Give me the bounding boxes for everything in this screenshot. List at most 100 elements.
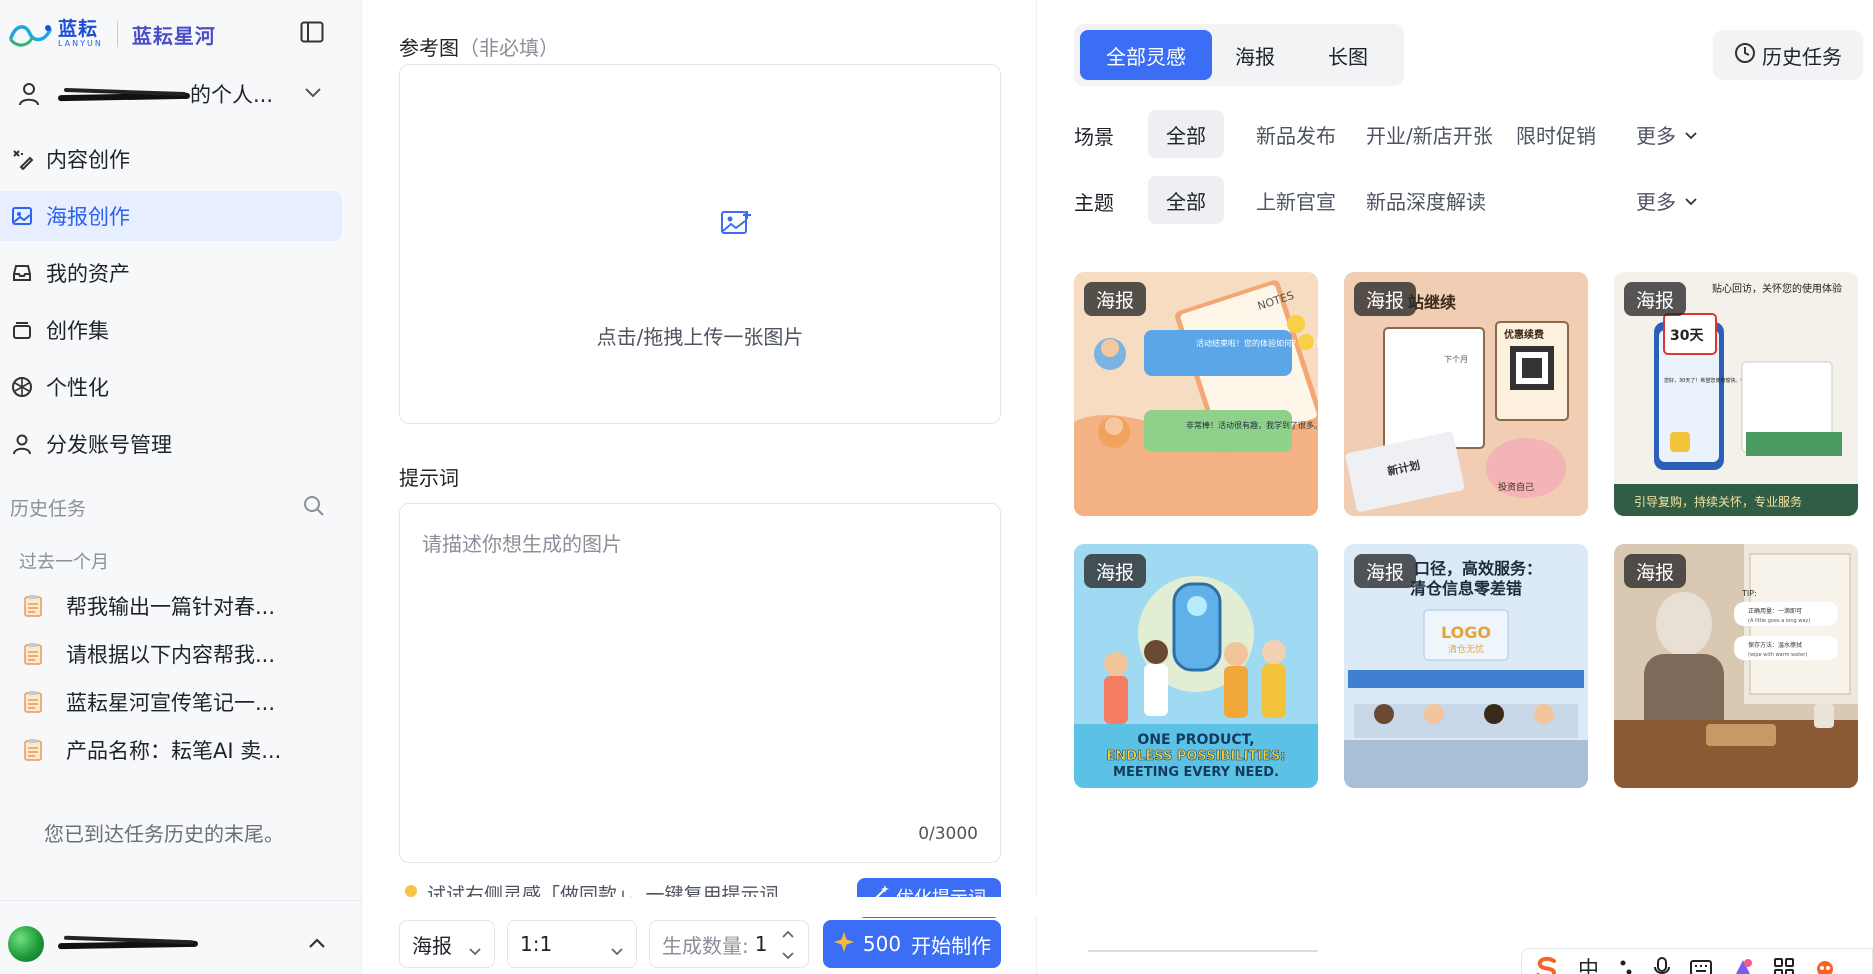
- card-text: 引导复购，持续关怀，专业服务: [1634, 494, 1802, 509]
- inspiration-card[interactable]: 海报 贴心回访，关怀您的使用体验 30天 您好，30天了！希望您使用愉快。有任何…: [1614, 272, 1858, 516]
- inspiration-card[interactable]: 海报 NOTES 活动结束啦！您的体验如何？（反馈问卷） 非常棒！活动很有趣，我…: [1074, 272, 1318, 516]
- sidebar-item-collections[interactable]: 创作集: [0, 305, 342, 355]
- document-icon: [24, 739, 42, 761]
- inspiration-card[interactable]: 海报 站继续 下个月 优惠续费 新计划 投资自己: [1344, 272, 1588, 516]
- sidebar-divider: [0, 900, 362, 901]
- microphone-icon[interactable]: [1653, 953, 1671, 974]
- history-item[interactable]: 蓝耘星河宣传笔记一...: [22, 678, 342, 726]
- sidebar-nav: 内容创作 海报创作 我的资产 创作集 个性化 分发账号管理: [0, 134, 362, 476]
- scene-filter: 场景 全部 新品发布 开业/新店开张 限时促销 更多: [1074, 110, 1864, 158]
- redacted-scribble: [58, 935, 198, 953]
- count-value: 1: [754, 932, 768, 956]
- card-text: ENDLESS POSSIBILITIES:: [1107, 749, 1286, 764]
- reference-upload-area[interactable]: 点击/拖拽上传一张图片: [399, 64, 1001, 424]
- document-icon: [24, 691, 42, 713]
- logo-divider: [116, 21, 118, 47]
- card-text: 非常棒！活动很有趣，我学到了很多。: [1186, 420, 1318, 430]
- card-text: (A little goes a long way): [1748, 618, 1810, 624]
- chevron-down-icon: [1684, 122, 1698, 146]
- history-tasks-button[interactable]: 历史任务: [1713, 30, 1863, 80]
- sidebar-item-content-creation[interactable]: 内容创作: [0, 134, 342, 184]
- card-text: 正确用量：一滴即可: [1748, 607, 1802, 615]
- user-icon: [10, 432, 34, 456]
- account-suffix: 的个人...: [190, 83, 274, 107]
- chevron-up-icon[interactable]: [781, 929, 795, 939]
- inspiration-panel: 全部灵感 海报 长图 历史任务 场景 全部 新品发布 开业/新店开张 限时促销 …: [1038, 0, 1873, 974]
- history-header: 历史任务: [10, 490, 330, 524]
- history-end-message: 您已到达任务历史的末尾。: [44, 822, 284, 846]
- theme-chip-all[interactable]: 全部: [1148, 176, 1224, 224]
- scene-chip-opening[interactable]: 开业/新店开张: [1348, 110, 1511, 158]
- sidebar-item-account-management[interactable]: 分发账号管理: [0, 419, 342, 469]
- inspiration-card[interactable]: 海报 ONE PRODUCT, ENDLESS POSSIBILITIES: M…: [1074, 544, 1318, 788]
- history-btn-label: 历史任务: [1762, 44, 1842, 69]
- history-title: 历史任务: [10, 497, 87, 520]
- sidebar-item-personalization[interactable]: 个性化: [0, 362, 342, 412]
- stepper-arrows[interactable]: [778, 929, 798, 961]
- nav-label: 创作集: [46, 319, 109, 343]
- count-label: 生成数量:: [662, 933, 749, 958]
- logo-text: 蓝耘 LANYUN: [58, 19, 103, 49]
- chevron-down-icon[interactable]: [781, 951, 795, 961]
- history-item[interactable]: 请根据以下内容帮我...: [22, 630, 342, 678]
- start-generate-button[interactable]: 500 开始制作: [823, 920, 1001, 968]
- scroll-mask: [363, 897, 1037, 917]
- collection-icon: [10, 318, 34, 342]
- tab-poster[interactable]: 海报: [1212, 30, 1298, 80]
- grid-menu-icon[interactable]: [1773, 953, 1795, 974]
- inspiration-card[interactable]: 海报 TIP: 正确用量：一滴即可 (A little goes a long …: [1614, 544, 1858, 788]
- account-switcher[interactable]: 的个人...: [18, 76, 328, 112]
- card-text: 贴心回访，关怀您的使用体验: [1712, 282, 1842, 295]
- mascot-icon[interactable]: [1813, 953, 1837, 974]
- image-icon: [10, 204, 34, 228]
- upload-hint: 点击/拖拽上传一张图片: [596, 325, 804, 349]
- history-item[interactable]: 产品名称：耘笔AI 卖...: [22, 726, 342, 774]
- logo-en: LANYUN: [58, 39, 103, 48]
- tab-long-image[interactable]: 长图: [1298, 30, 1398, 80]
- scene-chip-flash-sale[interactable]: 限时促销: [1498, 110, 1614, 158]
- start-points: 500: [862, 932, 902, 956]
- more-label: 更多: [1636, 123, 1676, 148]
- sogou-logo-icon[interactable]: [1534, 953, 1560, 974]
- ime-language-toggle[interactable]: 中: [1578, 953, 1599, 974]
- user-menu[interactable]: [8, 924, 338, 964]
- history-item[interactable]: 帮我输出一篇针对春...: [22, 582, 342, 630]
- clock-icon: [1734, 42, 1756, 69]
- card-text: 清仓无忧: [1448, 643, 1484, 655]
- poster-badge: 海报: [1624, 554, 1687, 588]
- scene-chip-new-launch[interactable]: 新品发布: [1238, 110, 1354, 158]
- search-icon[interactable]: [302, 494, 326, 522]
- reference-title: 参考图: [399, 36, 459, 60]
- chevron-down-icon: [468, 938, 482, 962]
- prompt-input[interactable]: [400, 504, 1000, 824]
- sidebar-item-poster-creation[interactable]: 海报创作: [0, 191, 342, 241]
- count-stepper[interactable]: 生成数量: 1: [649, 920, 809, 968]
- nav-label: 海报创作: [46, 205, 130, 229]
- palette-icon: [10, 375, 34, 399]
- type-select[interactable]: 海报: [399, 920, 495, 968]
- card-text: TIP:: [1741, 589, 1757, 598]
- user-icon: [19, 83, 39, 106]
- logo[interactable]: 蓝耘 LANYUN 蓝耘星河: [8, 14, 216, 54]
- scene-more-button[interactable]: 更多: [1618, 110, 1716, 158]
- document-icon: [24, 643, 42, 665]
- sidebar-item-my-assets[interactable]: 我的资产: [0, 248, 342, 298]
- scene-chip-all[interactable]: 全部: [1148, 110, 1224, 158]
- inspiration-card[interactable]: 海报 口径，高效服务： 清仓信息零差错 LOGO 清仓无忧: [1344, 544, 1588, 788]
- punctuation-icon[interactable]: [1617, 953, 1635, 974]
- card-text: 30天: [1670, 328, 1704, 344]
- keyboard-icon[interactable]: [1689, 953, 1713, 974]
- chevron-down-icon: [1684, 188, 1698, 212]
- sidebar-toggle-button[interactable]: [298, 18, 326, 46]
- card-text: (wipe with warm water): [1748, 652, 1807, 658]
- chevron-down-icon: [304, 84, 322, 103]
- theme-chip-deep-dive[interactable]: 新品深度解读: [1348, 176, 1504, 224]
- ratio-select[interactable]: 1:1: [507, 920, 637, 968]
- poster-badge: 海报: [1084, 282, 1147, 316]
- lanyun-logo-icon: [8, 18, 54, 50]
- theme-more-button[interactable]: 更多: [1618, 176, 1716, 224]
- poster-badge: 海报: [1084, 554, 1147, 588]
- skin-icon[interactable]: [1731, 953, 1755, 974]
- theme-chip-new-announce[interactable]: 上新官宣: [1238, 176, 1354, 224]
- tab-all-inspiration[interactable]: 全部灵感: [1080, 30, 1212, 80]
